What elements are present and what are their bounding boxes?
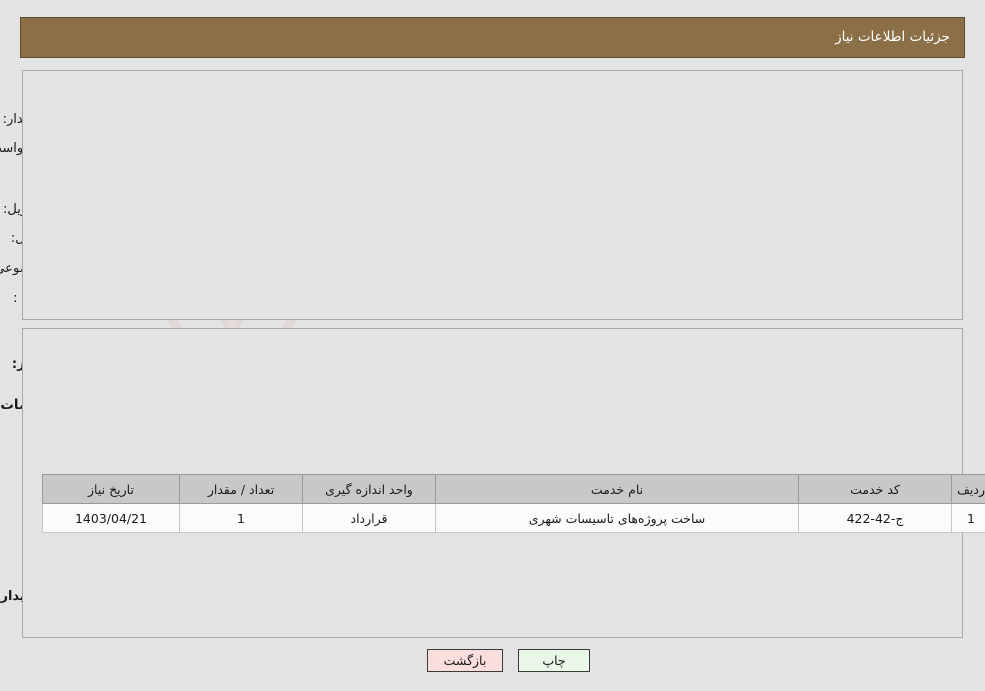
- cell-name: ساخت پروژه‌های تاسیسات شهری: [435, 503, 799, 533]
- page-title: جزئیات اطلاعات نیاز: [835, 29, 950, 45]
- cell-unit: قرارداد: [302, 503, 436, 533]
- table-header-row: ردیف کد خدمت نام خدمت واحد اندازه گیری ت…: [42, 474, 985, 504]
- th-unit: واحد اندازه گیری: [302, 474, 436, 504]
- page-root: AnaTender.net جزئیات اطلاعات نیاز شماره …: [0, 0, 985, 691]
- services-table: ردیف کد خدمت نام خدمت واحد اندازه گیری ت…: [42, 474, 985, 533]
- th-date: تاریخ نیاز: [42, 474, 180, 504]
- cell-date: 1403/04/21: [42, 503, 180, 533]
- th-name: نام خدمت: [435, 474, 799, 504]
- need-summary-panel: [22, 70, 963, 320]
- cell-row: 1: [951, 503, 985, 533]
- th-qty: تعداد / مقدار: [179, 474, 303, 504]
- print-button[interactable]: چاپ: [518, 649, 590, 672]
- th-row: ردیف: [951, 474, 985, 504]
- cell-qty: 1: [179, 503, 303, 533]
- back-button[interactable]: بازگشت: [427, 649, 503, 672]
- th-code: کد خدمت: [798, 474, 952, 504]
- page-header-bar: جزئیات اطلاعات نیاز: [20, 17, 965, 58]
- table-row: 1 ج-42-422 ساخت پروژه‌های تاسیسات شهری ق…: [42, 503, 985, 533]
- cell-code: ج-42-422: [798, 503, 952, 533]
